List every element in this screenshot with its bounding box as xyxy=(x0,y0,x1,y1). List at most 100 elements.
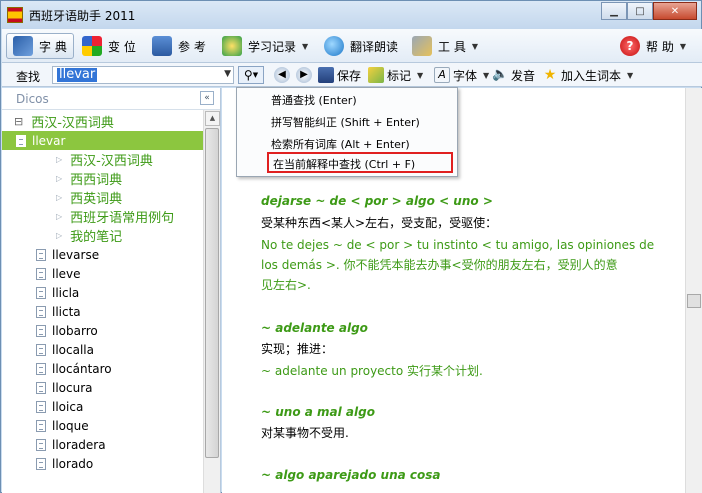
word-label: lloradera xyxy=(52,437,106,452)
tab-dictionary-label: 字 典 xyxy=(39,39,67,54)
tools-button[interactable]: 工 具 ▼ xyxy=(406,33,484,59)
translate-read-button[interactable]: 翻译朗读 xyxy=(318,33,404,59)
add-vocab-button[interactable]: ★ 加入生词本 ▼ xyxy=(542,66,633,84)
forward-button[interactable]: ▶ xyxy=(296,66,315,84)
word-list-item[interactable]: llicta xyxy=(2,302,204,321)
minimize-icon[interactable]: ▁ xyxy=(601,2,627,20)
expand-triangle-icon[interactable]: ▷ xyxy=(56,193,62,202)
word-list-item[interactable]: lloica xyxy=(2,397,204,416)
back-button[interactable]: ◀ xyxy=(274,66,293,84)
document-icon xyxy=(36,400,46,413)
title-bar: 西班牙语助手 2011 ▁ □ ✕ xyxy=(1,1,701,29)
arrow-right-icon: ▶ xyxy=(296,67,312,83)
word-list-item[interactable]: lleve xyxy=(2,264,204,283)
save-button[interactable]: 保存 xyxy=(318,66,361,84)
search-input[interactable]: llevar xyxy=(57,68,98,82)
content-scrollbar[interactable] xyxy=(685,88,702,493)
word-list-item[interactable]: lloradera xyxy=(2,435,204,454)
word-label: lleve xyxy=(52,266,81,281)
sub-dict-label: 西班牙语常用例句 xyxy=(70,211,175,226)
sub-dict-label: 西英词典 xyxy=(70,192,123,207)
sub-dict-item[interactable]: ▷ 西西词典 xyxy=(2,169,204,188)
chevron-down-icon[interactable]: ▼ xyxy=(627,71,633,80)
document-icon xyxy=(36,381,46,394)
sub-dict-item[interactable]: ▷ 西汉-汉西词典 xyxy=(2,150,204,169)
search-options-button[interactable]: ⚲ ▼ xyxy=(238,66,264,84)
expand-triangle-icon[interactable]: ▷ xyxy=(56,231,62,240)
pencil-icon xyxy=(368,67,384,83)
word-list-item[interactable]: llicla xyxy=(2,283,204,302)
close-icon[interactable]: ✕ xyxy=(653,2,697,20)
study-record-button[interactable]: 学习记录 ▼ xyxy=(216,33,314,59)
sidebar-scrollbar[interactable]: ▲ xyxy=(203,110,220,493)
mark-label: 标记 xyxy=(387,68,412,83)
search-label: 查找 xyxy=(16,70,41,84)
tab-dictionary[interactable]: 字 典 xyxy=(6,33,74,59)
tree-root[interactable]: ⊟ 西汉-汉西词典 xyxy=(2,112,204,131)
document-icon xyxy=(36,324,46,337)
menu-item-find-in-definition[interactable]: 在当前解释中查找 (Ctrl + F) xyxy=(267,152,453,173)
document-icon xyxy=(36,305,46,318)
entry-example: ~ adelante un proyecto 实行某个计划. xyxy=(261,361,483,381)
sub-dict-item[interactable]: ▷ 我的笔记 xyxy=(2,226,204,245)
menu-item-search-all[interactable]: 检索所有词库 (Alt + Enter) xyxy=(271,136,410,152)
menu-item-normal-search[interactable]: 普通查找 (Enter) xyxy=(271,92,357,108)
scrollbar-thumb[interactable] xyxy=(687,294,701,308)
entry-meaning: 受某种东西<某人>左右，受支配，受驱使： xyxy=(261,216,498,230)
help-button[interactable]: ? 帮 助 ▼ xyxy=(614,33,692,59)
scrollbar-thumb[interactable] xyxy=(205,128,219,458)
word-list-item[interactable]: lloque xyxy=(2,416,204,435)
entry-meaning: 实现；推进： xyxy=(261,342,334,356)
app-window: 西班牙语助手 2011 ▁ □ ✕ 字 典 变 位 参 考 学习记录 ▼ 翻译朗… xyxy=(0,0,702,493)
chevron-down-icon[interactable]: ▼ xyxy=(302,42,308,51)
expand-triangle-icon[interactable]: ▷ xyxy=(56,212,62,221)
document-icon xyxy=(16,134,26,147)
maximize-icon[interactable]: □ xyxy=(627,2,653,20)
example-line: 见左右>. xyxy=(261,278,311,292)
chevron-down-icon: ▼ xyxy=(252,71,259,79)
expand-triangle-icon[interactable]: ▷ xyxy=(56,174,62,183)
word-label: llevarse xyxy=(52,247,100,262)
word-list-item[interactable]: llobarro xyxy=(2,321,204,340)
sub-dict-item[interactable]: ▷ 西班牙语常用例句 xyxy=(2,207,204,226)
document-icon xyxy=(36,419,46,432)
document-icon xyxy=(36,343,46,356)
search-toolbar: 查找 llevar ▼ ⚲ ▼ ◀ ▶ 保存 标记 ▼ A 字体 ▼ 🔈 发音 … xyxy=(2,63,702,87)
scroll-up-icon[interactable]: ▲ xyxy=(205,111,220,126)
pronounce-button[interactable]: 🔈 发音 xyxy=(492,66,535,84)
entry-headword: ~ uno a mal algo xyxy=(261,405,375,419)
speaker-icon: 🔈 xyxy=(492,67,509,82)
speech-bubble-icon xyxy=(324,36,344,56)
chevron-down-icon[interactable]: ▼ xyxy=(417,71,423,80)
entry-headword: ~ adelante algo xyxy=(261,321,368,335)
window-title: 西班牙语助手 2011 xyxy=(29,9,136,23)
word-list-item[interactable]: llorado xyxy=(2,454,204,473)
collapse-icon[interactable]: « xyxy=(200,91,214,105)
tab-conjugation[interactable]: 变 位 xyxy=(76,33,142,59)
chevron-down-icon[interactable]: ▼ xyxy=(224,69,231,79)
sub-dict-item[interactable]: ▷ 西英词典 xyxy=(2,188,204,207)
word-label: llorado xyxy=(52,456,94,471)
word-list-item[interactable]: llocántaro xyxy=(2,359,204,378)
book-icon xyxy=(13,36,33,56)
document-icon xyxy=(36,457,46,470)
search-combobox[interactable]: llevar ▼ xyxy=(52,66,234,84)
chevron-down-icon[interactable]: ▼ xyxy=(680,42,686,51)
expand-triangle-icon[interactable]: ▷ xyxy=(56,155,62,164)
menu-item-spell-correct[interactable]: 拼写智能纠正 (Shift + Enter) xyxy=(271,114,420,130)
example-line: No te dejes ~ de < por > tu instinto < t… xyxy=(261,238,655,252)
chevron-down-icon[interactable]: ▼ xyxy=(483,71,489,80)
chevron-down-icon[interactable]: ▼ xyxy=(472,42,478,51)
font-button[interactable]: A 字体 ▼ xyxy=(434,66,489,84)
sub-dict-label: 我的笔记 xyxy=(70,230,123,245)
word-list-item[interactable]: llocalla xyxy=(2,340,204,359)
word-list-item[interactable]: llocura xyxy=(2,378,204,397)
definition-entry: ~ algo aparejado una cosa xyxy=(261,468,440,482)
collapse-minus-icon[interactable]: ⊟ xyxy=(14,115,23,128)
word-list-item[interactable]: llevarse xyxy=(2,245,204,264)
tab-conjugation-label: 变 位 xyxy=(108,39,136,54)
tab-reference[interactable]: 参 考 xyxy=(146,33,212,59)
tree-selected-word[interactable]: llevar xyxy=(2,131,204,150)
search-options-menu: 普通查找 (Enter) 拼写智能纠正 (Shift + Enter) 检索所有… xyxy=(236,87,458,177)
mark-button[interactable]: 标记 ▼ xyxy=(368,66,423,84)
